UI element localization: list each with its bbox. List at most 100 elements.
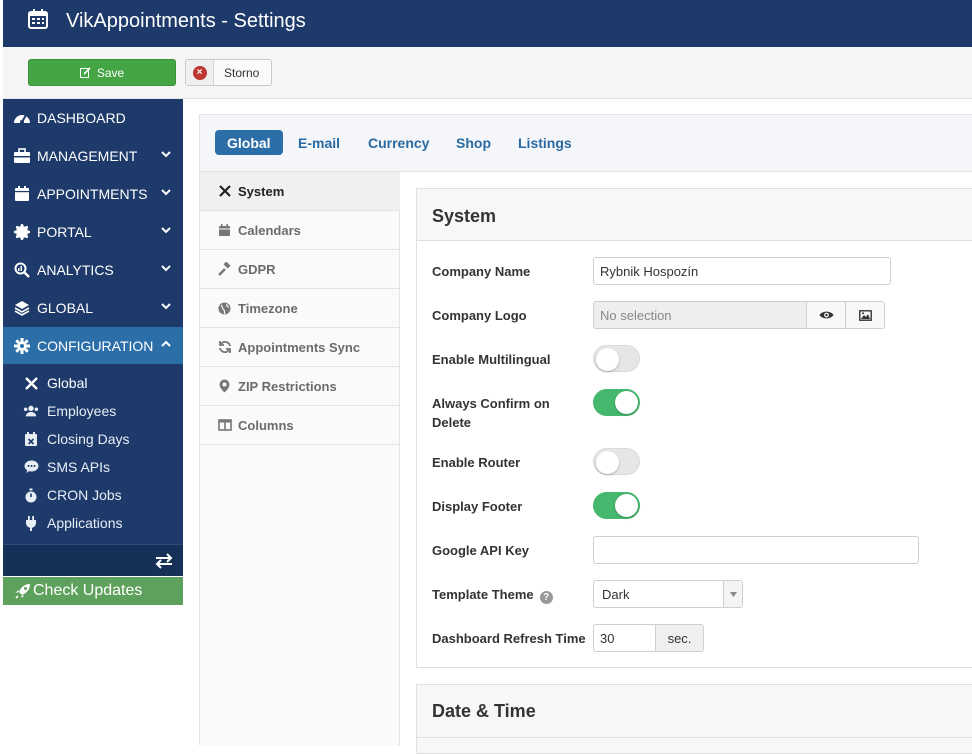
calendar-icon [13,185,31,203]
refresh-unit: sec. [655,625,703,651]
sidebar-item-appointments[interactable]: APPOINTMENTS [3,175,183,213]
footer-label: Display Footer [432,499,523,514]
tab-email[interactable]: E-mail [286,130,352,155]
chevron-down-icon [161,187,171,197]
badge-icon [13,223,31,241]
eye-icon[interactable] [806,302,845,328]
sidebar-item-configuration[interactable]: CONFIGURATION [3,327,183,365]
save-label: Save [96,65,125,80]
tab-global[interactable]: Global [215,130,283,155]
main-content: Global E-mail Currency Shop Listings Sys… [199,114,972,754]
google-api-label: Google API Key [432,543,530,558]
sidebar-item-dashboard[interactable]: DASHBOARD [3,99,183,137]
tab-listings[interactable]: Listings [506,130,584,155]
multilingual-label: Enable Multilingual [432,352,551,367]
theme-label: Template Theme [432,587,534,602]
router-label: Enable Router [432,455,521,470]
chevron-up-icon [161,339,171,349]
system-panel: System Company Name Rybnik Hospozín Comp… [416,188,972,668]
subnav-calendars[interactable]: Calendars [200,211,400,250]
refresh-icon [217,340,232,355]
sidebar-item-portal[interactable]: PORTAL [3,213,183,251]
chevron-down-icon [161,225,171,235]
company-name-label: Company Name [432,264,531,279]
chevron-down-icon [723,581,742,607]
image-icon[interactable] [845,302,884,328]
confirm-delete-label: Always Confirm on Delete [432,396,550,430]
company-name-input[interactable]: Rybnik Hospozín [593,257,891,285]
calendar-x-icon [23,431,39,447]
toolbar: Save × Storno [3,47,972,99]
layers-icon [13,299,31,317]
sidebar-subitem-cron-jobs[interactable]: CRON Jobs [3,481,183,509]
rocket-icon [14,582,32,600]
page-title: VikAppointments - Settings [66,10,306,32]
check-updates-button[interactable]: Check Updates [3,577,183,605]
chevron-down-icon [161,149,171,159]
refresh-input[interactable]: 30 [594,625,655,651]
subnav-system[interactable]: System [200,172,400,211]
sidebar-item-global[interactable]: GLOBAL [3,289,183,327]
chevron-down-icon [161,301,171,311]
subnav-zip-restrictions[interactable]: ZIP Restrictions [200,367,400,406]
system-panel-header: System [417,189,972,241]
search-chart-icon [13,261,31,279]
map-marker-icon [217,379,232,394]
sidebar-subitem-sms-apis[interactable]: SMS APIs [3,453,183,481]
tools-icon [23,375,39,391]
save-button[interactable]: Save [28,59,176,86]
sidebar-item-analytics[interactable]: ANALYTICS [3,251,183,289]
configuration-submenu: Global Employees Closing Days SMS APIs C… [3,364,183,544]
users-icon [23,403,39,419]
sidebar-subitem-applications[interactable]: Applications [3,509,183,537]
datetime-panel-title: Date & Time [432,701,536,721]
globe-icon [217,301,232,316]
google-api-input[interactable] [593,536,919,564]
tools-icon [217,184,232,199]
sms-icon [23,459,39,475]
gear-icon [13,337,31,355]
subnav-appointments-sync[interactable]: Appointments Sync [200,328,400,367]
cancel-button[interactable]: × Storno [185,59,272,86]
company-logo-field: No selection [593,301,885,329]
sidebar-subitem-global[interactable]: Global [3,369,183,397]
theme-label-row: Template Theme? [432,585,553,604]
calendar-icon [27,8,49,30]
subnav-timezone[interactable]: Timezone [200,289,400,328]
app-header: VikAppointments - Settings [3,0,972,47]
subnav-gdpr[interactable]: GDPR [200,250,400,289]
close-icon: × [192,65,207,80]
company-logo-value[interactable]: No selection [594,302,806,328]
calendar-icon [217,223,232,238]
subnav-columns[interactable]: Columns [200,406,400,445]
router-toggle[interactable] [593,448,640,475]
settings-tabs: Global E-mail Currency Shop Listings [200,115,972,172]
sidebar-collapse-toggle[interactable] [3,544,183,576]
sidebar-subitem-closing-days[interactable]: Closing Days [3,425,183,453]
refresh-input-group: 30 sec. [593,624,704,652]
help-icon[interactable]: ? [539,591,553,604]
datetime-panel: Date & Time [416,684,972,754]
settings-subnav: System Calendars GDPR Timezone Appointme… [200,172,400,746]
confirm-delete-toggle[interactable] [593,389,640,416]
plug-icon [23,515,39,531]
footer-toggle[interactable] [593,492,640,519]
sidebar-subitem-employees[interactable]: Employees [3,397,183,425]
theme-select[interactable]: Dark [593,580,743,608]
columns-icon [217,418,232,433]
sidebar-item-management[interactable]: MANAGEMENT [3,137,183,175]
swap-arrows-icon [155,553,173,569]
tab-shop[interactable]: Shop [444,130,503,155]
sidebar: DASHBOARD MANAGEMENT APPOINTMENTS PORTAL… [3,99,183,576]
tab-currency[interactable]: Currency [356,130,441,155]
cancel-label: Storno [224,65,260,80]
edit-icon [79,67,91,78]
refresh-label: Dashboard Refresh Time [432,631,586,646]
dashboard-icon [13,109,31,127]
gavel-icon [217,262,232,277]
multilingual-toggle[interactable] [593,345,640,372]
system-panel-title: System [432,206,497,226]
stopwatch-icon [23,487,39,503]
theme-value: Dark [602,586,630,602]
company-logo-label: Company Logo [432,308,527,323]
